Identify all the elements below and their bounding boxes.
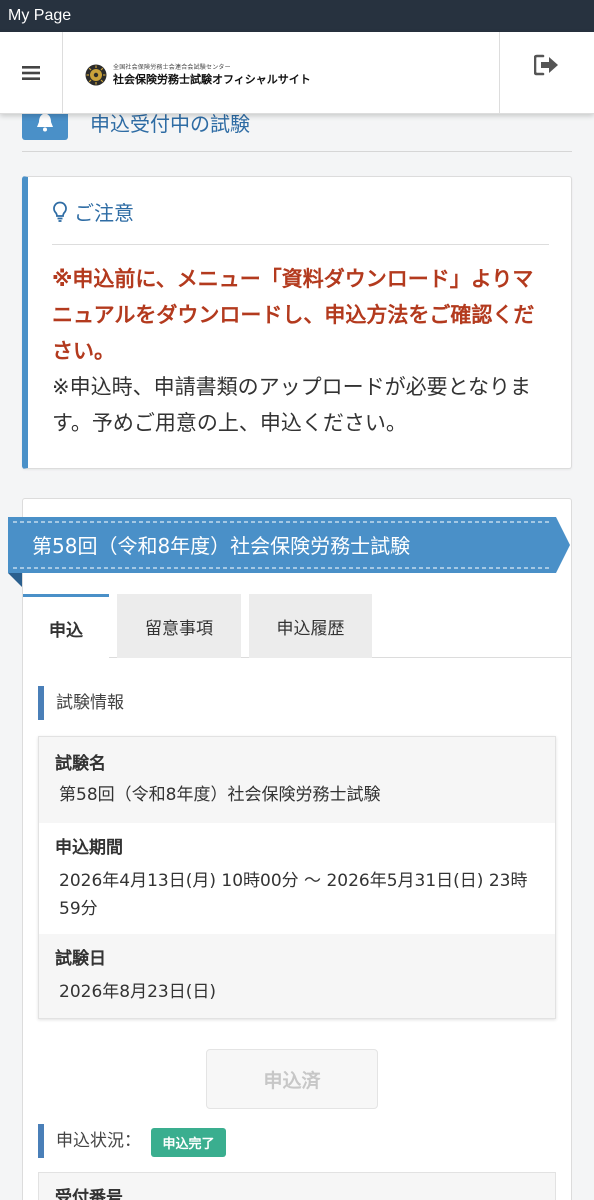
logout-button[interactable]	[499, 32, 594, 114]
exam-date-label: 試験日	[55, 949, 106, 969]
exam-tabs: 申込 留意事項 申込履歴	[23, 594, 571, 659]
hamburger-icon	[22, 66, 40, 80]
menu-button[interactable]	[0, 32, 63, 114]
tab-notes[interactable]: 留意事項	[117, 594, 241, 658]
notice-box: ご注意 ※申込前に、メニュー「資料ダウンロード」よりマニュアルをダウンロードし、…	[22, 176, 572, 469]
sign-out-icon	[534, 54, 558, 76]
info-row-period: 申込期間 2026年4月13日(月) 10時00分 〜 2026年5月31日(日…	[39, 823, 555, 934]
exam-name-label: 試験名	[55, 754, 106, 774]
exam-name-value: 第58回（令和8年度）社会保険労務士試験	[59, 785, 381, 805]
divider	[52, 244, 549, 245]
status-badge: 申込完了	[151, 1128, 226, 1157]
exam-info-table: 試験名 第58回（令和8年度）社会保険労務士試験 申込期間 2026年4月13日…	[38, 736, 556, 1019]
tab-history[interactable]: 申込履歴	[249, 594, 372, 658]
receipt-number-label: 受付番号	[55, 1188, 123, 1200]
tab-apply[interactable]: 申込	[23, 594, 109, 659]
lightbulb-icon	[53, 201, 67, 222]
window-title: My Page	[0, 0, 594, 32]
emblem-icon	[85, 64, 107, 85]
bell-icon	[37, 113, 53, 132]
notice-title-text: ご注意	[74, 201, 134, 225]
notice-warning-text: ※申込前に、メニュー「資料ダウンロード」よりマニュアルをダウンロードし、申込方法…	[52, 267, 535, 363]
application-status-label: 申込状況：	[38, 1124, 141, 1158]
site-header: 全国社会保険労務士会連合会試験センター 社会保険労務士試験オフィシャルサイト	[0, 32, 594, 114]
info-row-date: 試験日 2026年8月23日(日)	[39, 934, 555, 1018]
logo-subtitle: 全国社会保険労務士会連合会試験センター	[113, 64, 231, 71]
notice-title: ご注意	[52, 197, 134, 226]
notice-body-text: ※申込時、申請書類のアップロードが必要となります。予めご用意の上、申込ください。	[52, 375, 531, 435]
exam-info-label: 試験情報	[38, 686, 124, 720]
period-label: 申込期間	[55, 838, 123, 858]
exam-date-value: 2026年8月23日(日)	[59, 982, 216, 1002]
applied-button[interactable]: 申込済	[206, 1049, 378, 1109]
info-row-name: 試験名 第58回（令和8年度）社会保険労務士試験	[39, 737, 555, 823]
logo-title: 社会保険労務士試験オフィシャルサイト	[113, 73, 311, 86]
site-logo[interactable]: 全国社会保険労務士会連合会試験センター 社会保険労務士試験オフィシャルサイト	[85, 62, 311, 87]
receipt-row: 受付番号	[38, 1172, 556, 1200]
exam-title: 第58回（令和8年度）社会保険労務士試験	[32, 534, 411, 558]
period-value: 2026年4月13日(月) 10時00分 〜 2026年5月31日(日) 23時…	[59, 871, 528, 919]
